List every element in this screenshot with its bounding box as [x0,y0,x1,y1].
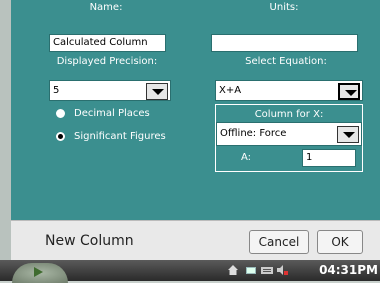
radio-selected-icon[interactable] [56,131,65,141]
radio-significant-figures[interactable]: Significant Figures [56,131,166,142]
volume-icon[interactable] [276,264,288,276]
name-label: Name: [89,2,123,13]
column-x-label: Column for X: [254,109,324,120]
radio-label: Significant Figures [74,131,166,142]
name-field[interactable]: Calculated Column [49,34,166,52]
dialog-footer: New Column Cancel OK [11,220,380,260]
a-field[interactable]: 1 [302,149,356,167]
form-panel: Name: Calculated Column Units: Displayed… [11,0,380,220]
precision-dropdown[interactable]: 5 [49,80,171,101]
chevron-down-icon[interactable] [337,126,359,143]
home-icon[interactable] [227,264,239,276]
precision-label: Displayed Precision: [56,56,158,67]
clock: 04:31PM [319,263,378,277]
units-field[interactable] [211,34,358,52]
equation-dropdown[interactable]: X+A [215,80,363,101]
radio-label: Decimal Places [74,108,150,119]
radio-circle-icon[interactable] [56,108,65,118]
a-label: A: [240,152,252,163]
taskbar: 04:31PM [0,260,380,283]
dialog-screen: Name: Calculated Column Units: Displayed… [11,0,380,260]
column-x-dropdown[interactable]: Offline: Force [216,122,362,146]
precision-value: 5 [53,85,60,96]
ok-button[interactable]: OK [317,230,363,254]
radio-decimal-places[interactable]: Decimal Places [56,108,150,119]
units-label: Units: [269,2,299,13]
keyboard-icon[interactable] [261,264,273,276]
equation-value: X+A [219,85,242,96]
column-x-value: Offline: Force [220,128,287,139]
dialog-title: New Column [45,233,134,249]
chevron-down-icon[interactable] [146,83,168,100]
equation-label: Select Equation: [245,56,327,67]
network-icon[interactable] [245,264,257,276]
start-button[interactable] [12,263,68,283]
cancel-button[interactable]: Cancel [249,230,309,254]
column-for-x-group: Column for X: Offline: Force A: 1 [215,104,363,172]
chevron-down-icon[interactable] [338,83,360,100]
